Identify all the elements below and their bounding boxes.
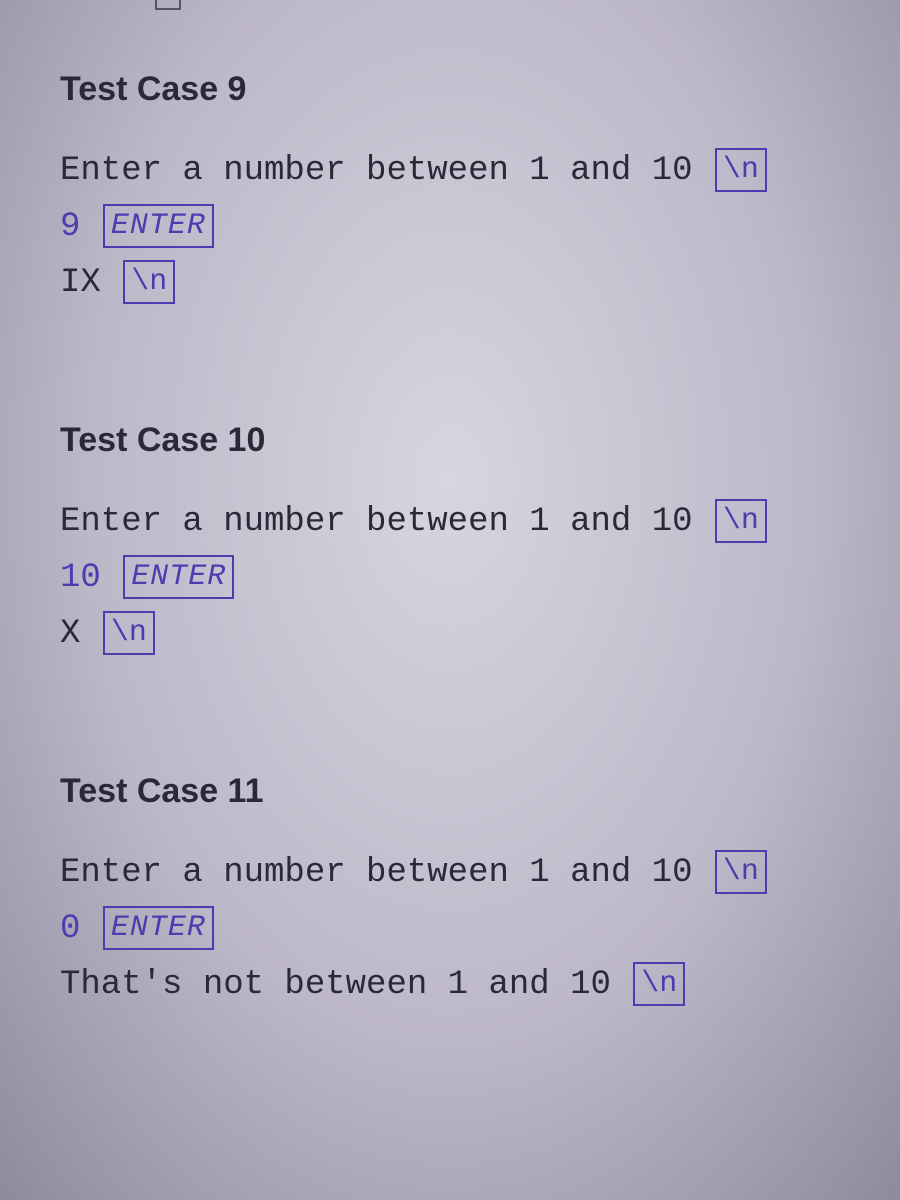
output-text: X <box>60 615 80 653</box>
newline-badge: \n <box>103 611 155 655</box>
output-line: X \n <box>60 606 840 662</box>
prompt-text: Enter a number between 1 and 10 <box>60 854 693 892</box>
enter-key-badge: ENTER <box>103 204 214 248</box>
output-line: IX \n <box>60 255 840 311</box>
prompt-line: Enter a number between 1 and 10 \n <box>60 845 840 901</box>
prompt-text: Enter a number between 1 and 10 <box>60 152 693 190</box>
test-case-block: Test Case 10 Enter a number between 1 an… <box>60 421 840 662</box>
test-cases-page: Test Case 9 Enter a number between 1 and… <box>0 0 900 1013</box>
test-case-title: Test Case 11 <box>60 772 840 811</box>
user-input-value: 10 <box>60 559 101 597</box>
input-line: 10 ENTER <box>60 550 840 606</box>
output-text: IX <box>60 264 101 302</box>
test-case-title: Test Case 9 <box>60 70 840 109</box>
user-input-value: 0 <box>60 910 80 948</box>
prompt-line: Enter a number between 1 and 10 \n <box>60 494 840 550</box>
partial-checkbox-edge <box>155 0 181 10</box>
enter-key-badge: ENTER <box>103 906 214 950</box>
newline-badge: \n <box>715 850 767 894</box>
output-text: That's not between 1 and 10 <box>60 966 611 1004</box>
newline-badge: \n <box>633 962 685 1006</box>
newline-badge: \n <box>715 148 767 192</box>
input-line: 9 ENTER <box>60 199 840 255</box>
test-case-title: Test Case 10 <box>60 421 840 460</box>
user-input-value: 9 <box>60 208 80 246</box>
output-line: That's not between 1 and 10 \n <box>60 957 840 1013</box>
prompt-line: Enter a number between 1 and 10 \n <box>60 143 840 199</box>
test-case-block: Test Case 9 Enter a number between 1 and… <box>60 70 840 311</box>
input-line: 0 ENTER <box>60 901 840 957</box>
prompt-text: Enter a number between 1 and 10 <box>60 503 693 541</box>
newline-badge: \n <box>715 499 767 543</box>
test-case-block: Test Case 11 Enter a number between 1 an… <box>60 772 840 1013</box>
enter-key-badge: ENTER <box>123 555 234 599</box>
newline-badge: \n <box>123 260 175 304</box>
